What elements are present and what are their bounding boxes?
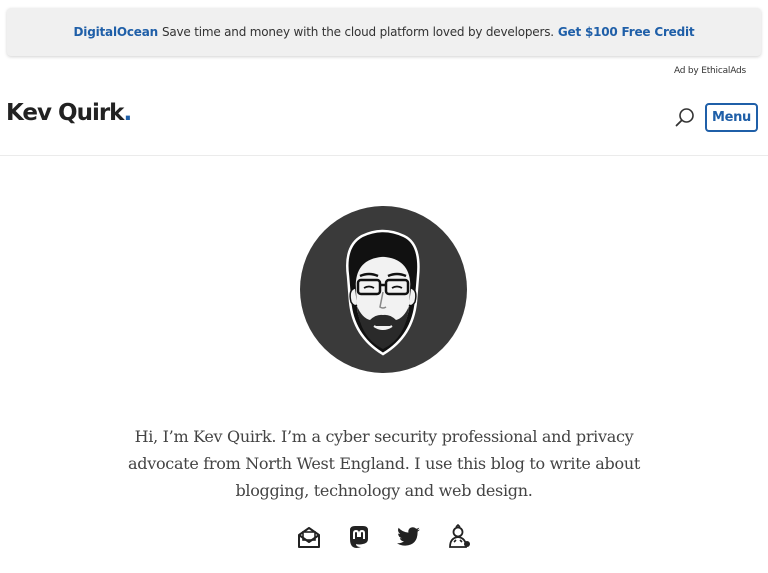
ad-cta-link[interactable]: Get $100 Free Credit — [558, 25, 695, 39]
site-title-dot: . — [123, 100, 132, 126]
profile-link[interactable] — [446, 523, 472, 550]
ad-brand-link[interactable]: DigitalOcean — [74, 25, 159, 39]
site-title[interactable]: Kev Quirk. — [6, 100, 132, 126]
intro-line: blogging, technology and web design. — [235, 481, 533, 500]
menu-button[interactable]: Menu — [705, 103, 758, 132]
ad-attribution[interactable]: Ad by EthicalAds — [674, 66, 746, 76]
search-button[interactable] — [674, 106, 696, 128]
twitter-icon — [397, 527, 420, 546]
email-icon — [298, 527, 320, 548]
twitter-link[interactable] — [396, 524, 422, 550]
site-header: Kev Quirk. Menu — [0, 90, 768, 156]
search-icon — [675, 108, 694, 127]
intro-text: Hi, I’m Kev Quirk. I’m a cyber security … — [120, 423, 648, 504]
mastodon-icon — [350, 526, 368, 548]
profile-icon — [449, 523, 470, 548]
intro-line: advocate from North West England. I use … — [128, 454, 640, 473]
ad-text: Save time and money with the cloud platf… — [161, 25, 554, 39]
avatar — [300, 206, 467, 373]
intro-line: Hi, I’m Kev Quirk. I’m a cyber security … — [134, 427, 634, 446]
site-title-text: Kev Quirk — [6, 100, 124, 126]
ad-banner[interactable]: DigitalOcean Save time and money with th… — [7, 8, 761, 56]
mastodon-link[interactable] — [346, 524, 372, 550]
social-links — [290, 523, 478, 550]
email-link[interactable] — [296, 524, 322, 550]
avatar-illustration — [346, 229, 420, 356]
